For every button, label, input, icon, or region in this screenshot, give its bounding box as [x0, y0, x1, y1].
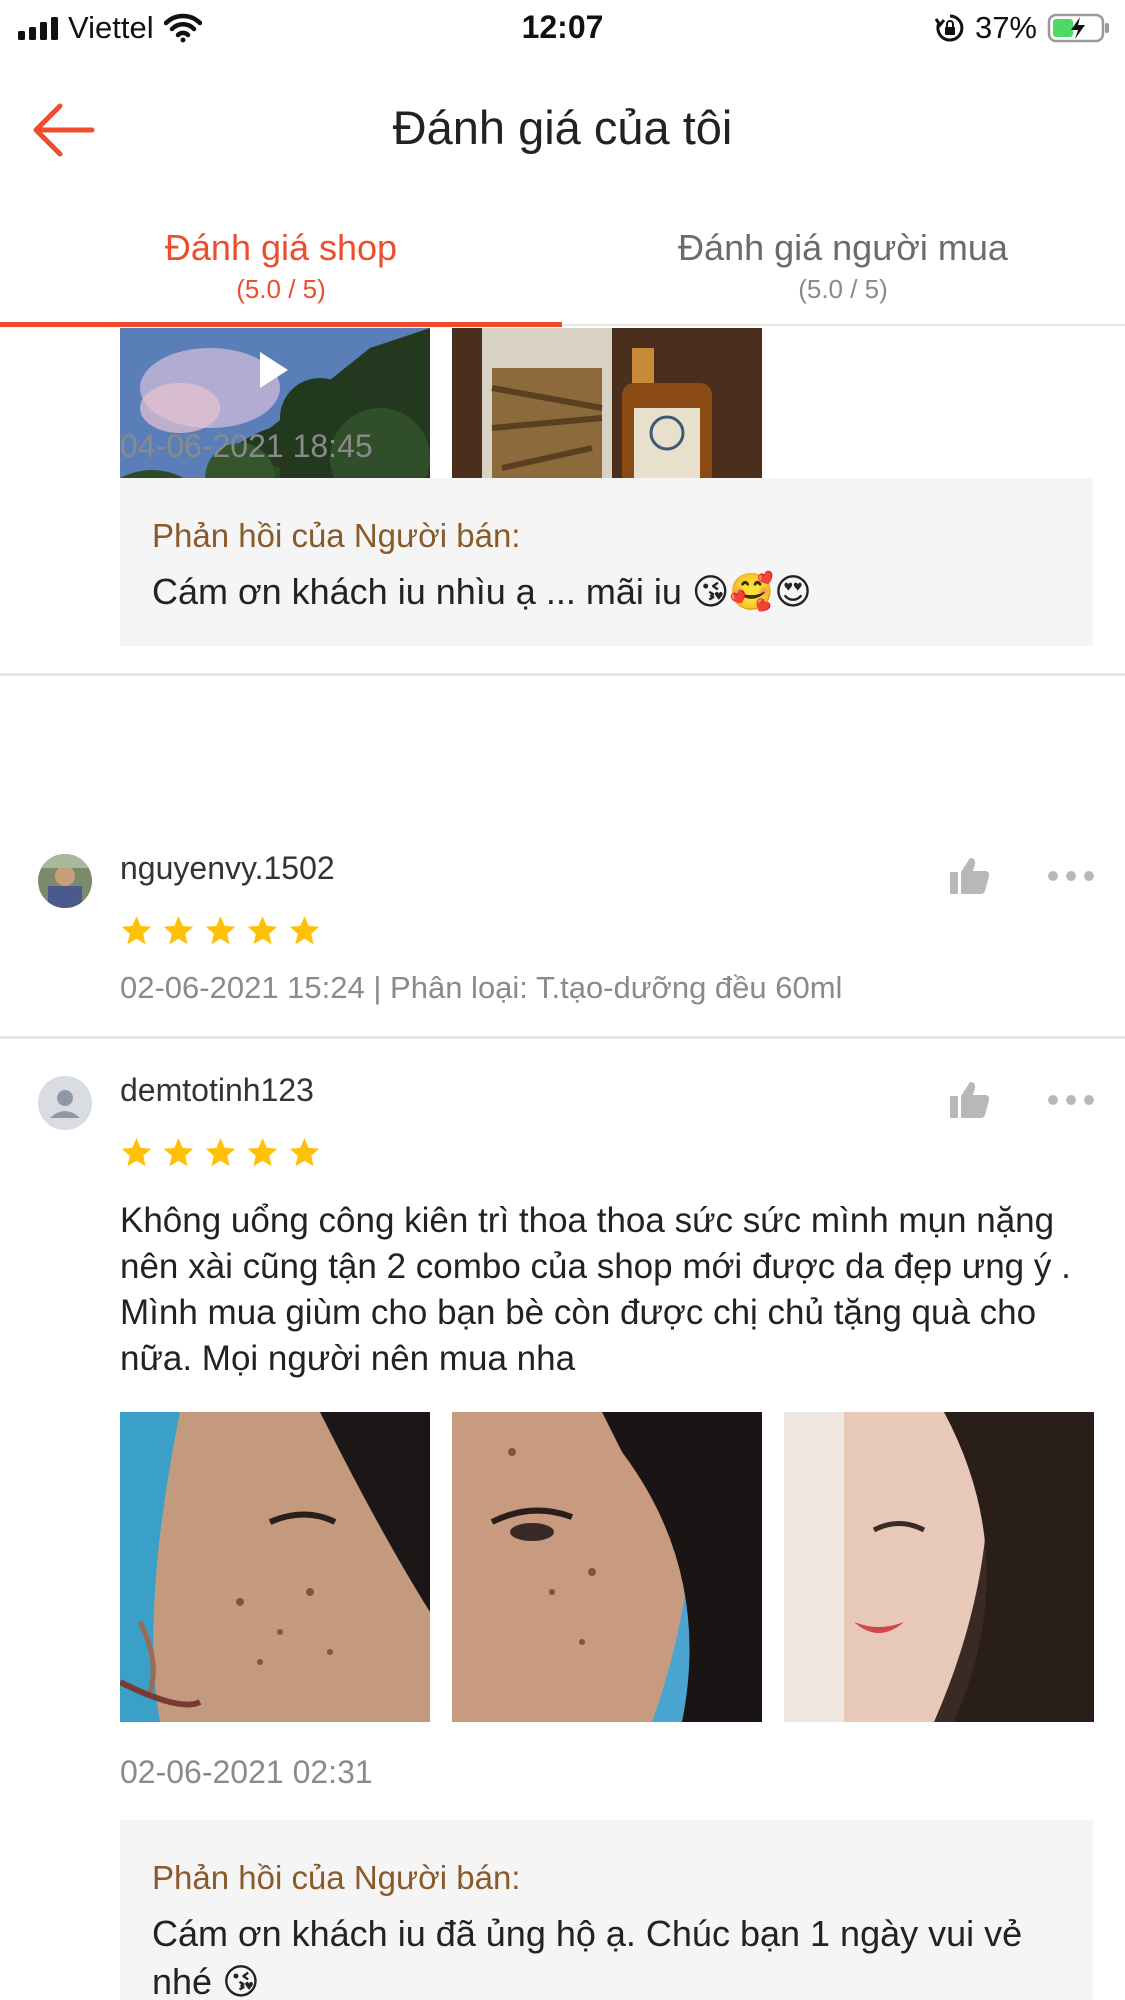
header-bar: Đánh giá của tôi	[0, 70, 1125, 190]
star-icon	[121, 1138, 152, 1167]
star-icon	[247, 916, 278, 945]
more-dots-icon	[1048, 871, 1094, 881]
star-icon	[247, 1138, 278, 1167]
reviews-list[interactable]: 04-06-2021 18:45 Phản hồi của Người bán:…	[0, 328, 1125, 2000]
status-bar: Viettel 12:07 37%	[0, 0, 1125, 56]
star-rating	[120, 1136, 321, 1169]
review-photo-thumbnail[interactable]	[784, 1412, 1094, 1722]
seller-reply-title: Phản hồi của Người bán:	[152, 517, 521, 554]
default-user-icon	[38, 1076, 92, 1130]
star-icon	[121, 916, 152, 945]
like-button[interactable]	[948, 1080, 992, 1120]
seller-reply-text: Cám ơn khách iu đã ủng hộ ạ. Chúc bạn 1 …	[152, 1913, 1023, 2000]
more-dots-icon	[1048, 1095, 1094, 1105]
seller-reply: Phản hồi của Người bán: Cám ơn khách iu …	[120, 478, 1093, 646]
tab-label: Đánh giá người mua	[678, 227, 1008, 268]
battery-percentage: 37%	[974, 10, 1037, 45]
avatar[interactable]	[38, 854, 92, 908]
face-photo	[784, 1412, 1094, 1722]
star-rating	[120, 914, 321, 947]
tab-bar: Đánh giá shop (5.0 / 5) Đánh giá người m…	[0, 222, 1125, 327]
like-button[interactable]	[948, 856, 992, 896]
star-icon	[163, 1138, 194, 1167]
user-photo	[38, 854, 92, 908]
reviewer-username: nguyenvy.1502	[120, 850, 335, 886]
active-tab-indicator	[0, 322, 562, 327]
status-bar-right: 37%	[934, 10, 1111, 46]
tab-score: (5.0 / 5)	[798, 274, 888, 304]
star-icon	[205, 916, 236, 945]
review-date: 02-06-2021 02:31	[120, 1754, 373, 1790]
avatar[interactable]	[38, 1076, 92, 1130]
review-date: 04-06-2021 18:45	[120, 428, 373, 464]
thumbs-up-icon	[950, 858, 990, 894]
face-photo	[452, 1412, 762, 1722]
tab-label: Đánh giá shop	[164, 227, 398, 268]
seller-reply-text: Cám ơn khách iu nhìu ạ ... mãi iu 😘🥰😍	[152, 571, 812, 612]
battery-charging-icon	[1047, 13, 1109, 43]
review-meta: 02-06-2021 15:24 | Phân loại: T.tạo-dưỡn…	[120, 970, 843, 1005]
page-title: Đánh giá của tôi	[392, 101, 733, 154]
star-icon	[289, 1138, 320, 1167]
review-photo-thumbnail[interactable]	[120, 1412, 430, 1722]
divider	[0, 673, 1125, 676]
tab-shop-reviews[interactable]: Đánh giá shop (5.0 / 5)	[0, 222, 562, 326]
reviewer-username: demtotinh123	[120, 1072, 314, 1108]
play-icon	[260, 352, 288, 388]
review-photo-thumbnail[interactable]	[452, 1412, 762, 1722]
face-photo	[120, 1412, 430, 1722]
thumbs-up-icon	[950, 1082, 990, 1118]
star-icon	[205, 1138, 236, 1167]
star-icon	[163, 916, 194, 945]
tab-score: (5.0 / 5)	[236, 274, 326, 304]
more-options-button[interactable]	[1046, 1092, 1096, 1108]
orientation-lock-icon	[934, 14, 964, 42]
star-icon	[289, 916, 320, 945]
seller-reply: Phản hồi của Người bán: Cám ơn khách iu …	[120, 1820, 1093, 2000]
tab-buyer-reviews[interactable]: Đánh giá người mua (5.0 / 5)	[562, 222, 1124, 326]
review-text: Không uổng công kiên trì thoa thoa sức s…	[120, 1201, 1071, 1378]
seller-reply-title: Phản hồi của Người bán:	[152, 1859, 521, 1896]
divider	[0, 1036, 1125, 1039]
more-options-button[interactable]	[1046, 868, 1096, 884]
